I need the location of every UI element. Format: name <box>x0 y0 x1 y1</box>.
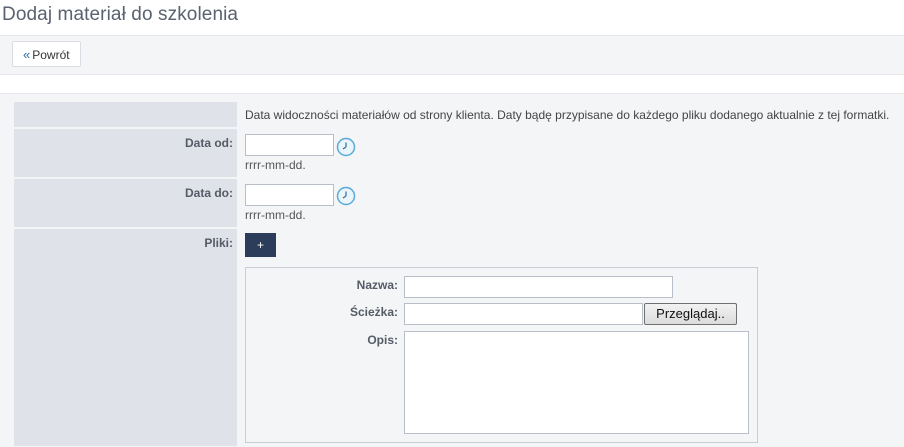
file-path-label: Ścieżka: <box>349 305 398 319</box>
files-label: Pliki: <box>204 236 233 250</box>
date-to-label: Data do: <box>185 186 233 200</box>
date-from-label-cell: Data od: <box>14 129 237 177</box>
date-from-hint: rrrr-mm-dd. <box>245 158 306 172</box>
file-path-input[interactable] <box>404 303 643 325</box>
info-text: Data widoczności materiałów od strony kl… <box>245 108 890 122</box>
file-name-input[interactable] <box>404 276 673 298</box>
clock-icon[interactable] <box>336 186 356 206</box>
info-label-cell <box>14 102 237 127</box>
date-to-label-cell: Data do: <box>14 179 237 227</box>
back-button-label: Powrót <box>32 48 70 62</box>
date-from-label: Data od: <box>185 136 233 150</box>
date-to-input[interactable] <box>245 184 334 206</box>
back-button[interactable]: «Powrót <box>12 41 81 67</box>
files-label-cell: Pliki: <box>14 229 237 446</box>
clock-icon[interactable] <box>336 137 356 157</box>
file-description-textarea[interactable] <box>404 331 749 434</box>
back-chevron-icon: « <box>23 47 31 62</box>
page-title: Dodaj materiał do szkolenia <box>2 4 239 25</box>
file-entry-box: Nazwa: Ścieżka: Przeglądaj.. Opis: <box>245 267 758 443</box>
file-description-label: Opis: <box>367 333 398 347</box>
add-file-button[interactable]: + <box>245 233 276 257</box>
toolbar: «Powrót <box>0 35 904 75</box>
file-name-label: Nazwa: <box>356 278 398 292</box>
date-to-hint: rrrr-mm-dd. <box>245 208 306 222</box>
browse-button[interactable]: Przeglądaj.. <box>644 303 737 325</box>
date-from-input[interactable] <box>245 134 334 156</box>
